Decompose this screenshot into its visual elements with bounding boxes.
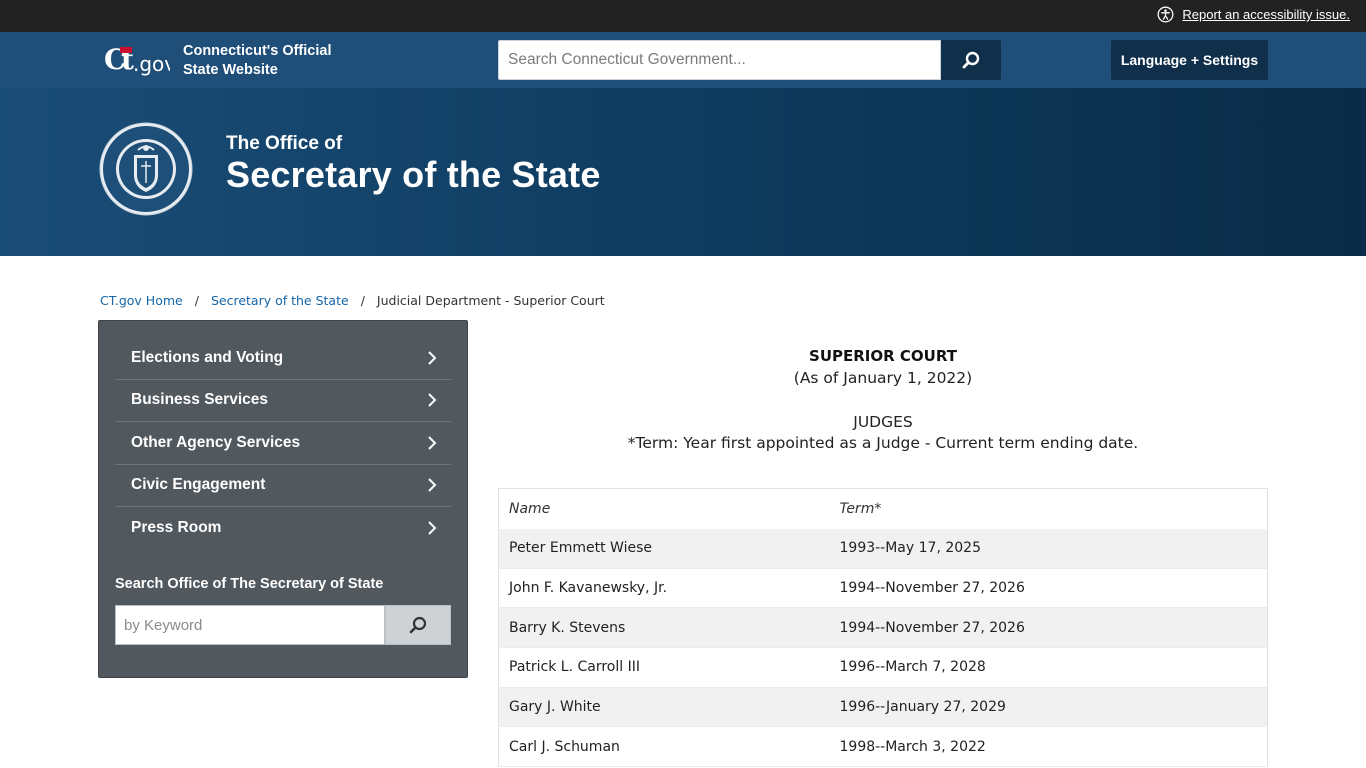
table-row: Peter Emmett Wiese 1993--May 17, 2025	[498, 528, 1268, 569]
main-content: SUPERIOR COURT (As of January 1, 2022) J…	[498, 340, 1268, 452]
sidebar: Elections and Voting Business Services O…	[98, 320, 468, 678]
sidebar-item-label: Press Room	[131, 519, 222, 537]
chevron-right-icon	[428, 393, 437, 407]
table-row: John F. Kavanewsky, Jr. 1994--November 2…	[498, 567, 1268, 609]
state-seal-icon	[99, 122, 193, 216]
judge-name-cell: Patrick L. Carroll III	[498, 647, 830, 688]
sidebar-item-press-room[interactable]: Press Room	[115, 507, 451, 550]
top-utility-bar: Report an accessibility issue.	[0, 0, 1366, 32]
sidebar-nav: Elections and Voting Business Services O…	[115, 337, 451, 550]
chevron-right-icon	[428, 351, 437, 365]
breadcrumb-sots-link[interactable]: Secretary of the State	[211, 293, 349, 308]
sidebar-item-business-services[interactable]: Business Services	[115, 380, 451, 422]
banner-title: Secretary of the State	[226, 154, 601, 195]
global-search-button[interactable]	[941, 40, 1001, 80]
column-header-term: Term*	[829, 488, 1268, 529]
language-settings-button[interactable]: Language + Settings	[1111, 40, 1268, 80]
table-row: Carl J. Schuman 1998--March 3, 2022	[498, 726, 1268, 768]
banner-subtitle: The Office of	[226, 133, 343, 154]
accessibility-report: Report an accessibility issue.	[1157, 6, 1350, 23]
sidebar-item-label: Elections and Voting	[131, 348, 284, 366]
sidebar-item-label: Other Agency Services	[131, 433, 301, 451]
judge-name-cell: Carl J. Schuman	[498, 726, 830, 768]
judge-name-cell: Peter Emmett Wiese	[498, 528, 830, 569]
judge-term-cell: 1996--January 27, 2029	[829, 687, 1268, 727]
chevron-right-icon	[428, 521, 437, 535]
sidebar-search-button[interactable]	[385, 605, 451, 645]
search-icon	[409, 616, 427, 634]
table-row: Barry K. Stevens 1994--November 27, 2026	[498, 607, 1268, 648]
sidebar-item-label: Civic Engagement	[131, 476, 266, 494]
ct-gov-logo[interactable]: C t .gov	[104, 41, 170, 81]
chevron-right-icon	[428, 436, 437, 450]
breadcrumb-separator: /	[194, 293, 199, 308]
judge-name-cell: John F. Kavanewsky, Jr.	[498, 567, 830, 609]
agency-banner: The Office of Secretary of the State	[0, 88, 1366, 256]
breadcrumb: CT.gov Home / Secretary of the State / J…	[100, 293, 605, 308]
logo-text: Connecticut's Official State Website	[183, 42, 331, 80]
global-search-input[interactable]	[498, 40, 941, 80]
judges-table: Name Term* Peter Emmett Wiese 1993--May …	[498, 488, 1268, 768]
judge-term-cell: 1994--November 27, 2026	[829, 567, 1268, 609]
accessibility-icon	[1157, 6, 1174, 23]
sidebar-item-civic-engagement[interactable]: Civic Engagement	[115, 465, 451, 507]
judge-term-cell: 1993--May 17, 2025	[829, 528, 1268, 569]
chevron-right-icon	[428, 478, 437, 492]
table-header-row: Name Term*	[498, 488, 1268, 529]
judge-name-cell: Gary J. White	[498, 687, 830, 727]
breadcrumb-current: Judicial Department - Superior Court	[376, 293, 605, 308]
judge-name-cell: Barry K. Stevens	[498, 607, 830, 648]
sidebar-search-input[interactable]	[115, 605, 385, 645]
table-row: Gary J. White 1996--January 27, 2029	[498, 687, 1268, 727]
breadcrumb-separator: /	[360, 293, 365, 308]
site-header: C t .gov Connecticut's Official State We…	[0, 32, 1366, 88]
breadcrumb-home-link[interactable]: CT.gov Home	[100, 293, 183, 308]
judge-term-cell: 1996--March 7, 2028	[829, 647, 1268, 688]
judge-term-cell: 1994--November 27, 2026	[829, 607, 1268, 648]
table-row: Patrick L. Carroll III 1996--March 7, 20…	[498, 647, 1268, 688]
report-accessibility-link[interactable]: Report an accessibility issue.	[1182, 7, 1350, 22]
page-date: (As of January 1, 2022)	[793, 369, 973, 387]
sidebar-item-other-agency-services[interactable]: Other Agency Services	[115, 422, 451, 465]
search-icon	[962, 51, 980, 69]
sidebar-item-label: Business Services	[131, 391, 269, 409]
judge-term-cell: 1998--March 3, 2022	[829, 726, 1268, 768]
term-note: *Term: Year first appointed as a Judge -…	[627, 434, 1139, 452]
logo-text-line1: Connecticut's Official	[183, 43, 332, 59]
sidebar-item-elections-and-voting[interactable]: Elections and Voting	[115, 337, 451, 380]
svg-text:.gov: .gov	[133, 52, 170, 76]
column-header-name: Name	[498, 488, 830, 529]
page-title: SUPERIOR COURT	[809, 347, 957, 365]
judges-heading: JUDGES	[853, 413, 913, 431]
logo-text-line2: State Website	[183, 62, 278, 78]
sidebar-search-label: Search Office of The Secretary of State	[115, 576, 384, 592]
